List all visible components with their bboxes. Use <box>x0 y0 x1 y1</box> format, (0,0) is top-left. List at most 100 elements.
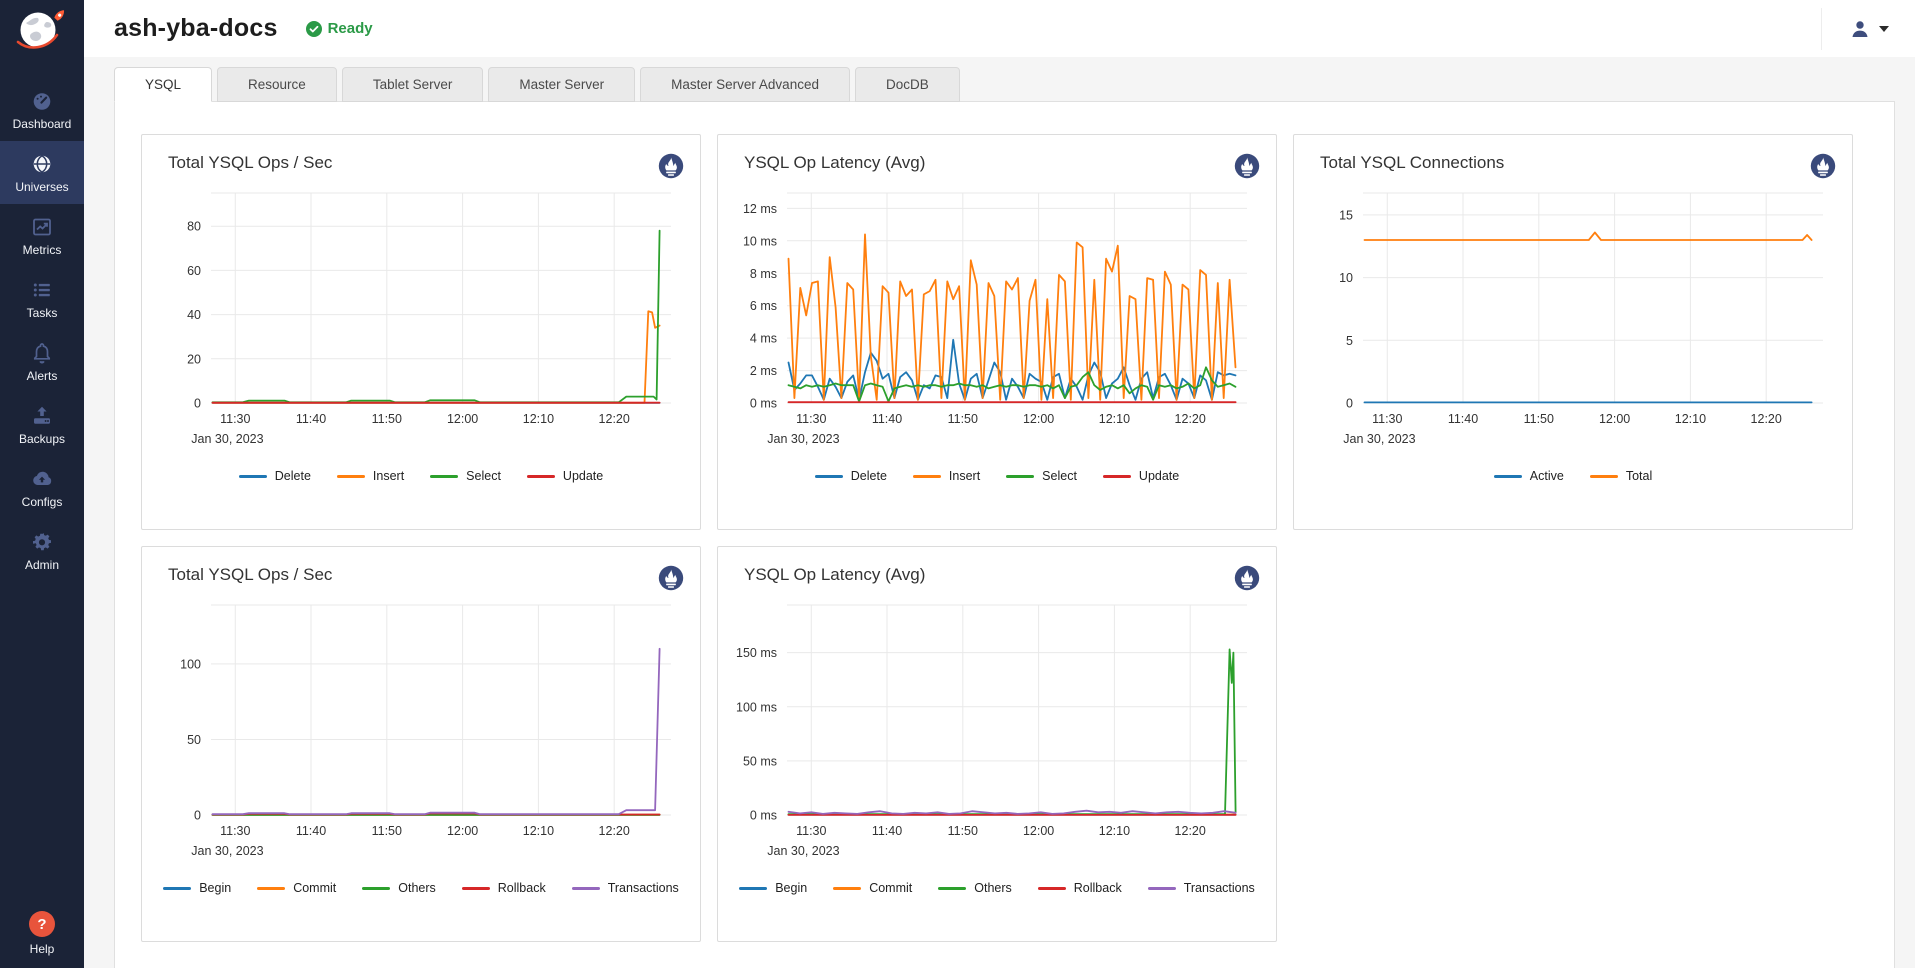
chart-card: YSQL Op Latency (Avg)0 ms50 ms100 ms150 … <box>717 546 1277 942</box>
legend-label: Delete <box>851 469 887 483</box>
svg-text:0: 0 <box>1346 397 1353 411</box>
chart-legend: DeleteInsertSelectUpdate <box>718 469 1276 483</box>
sidebar-item-label: Dashboard <box>13 117 72 131</box>
legend-item: Others <box>362 881 436 895</box>
legend-swatch <box>1590 475 1618 478</box>
sidebar-item-label: Configs <box>22 495 63 509</box>
svg-text:5: 5 <box>1346 334 1353 348</box>
svg-text:60: 60 <box>187 264 201 278</box>
svg-text:80: 80 <box>187 220 201 234</box>
tab-master-server-advanced[interactable]: Master Server Advanced <box>640 67 850 102</box>
sidebar-item-help[interactable]: ? Help <box>29 911 55 956</box>
tab-resource[interactable]: Resource <box>217 67 337 102</box>
chart-title: Total YSQL Connections <box>1320 153 1504 173</box>
legend-item: Update <box>527 469 603 483</box>
legend-item: Select <box>1006 469 1077 483</box>
help-icon: ? <box>29 911 55 937</box>
legend-swatch <box>239 475 267 478</box>
legend-item: Insert <box>337 469 404 483</box>
sidebar-item-label: Metrics <box>23 243 62 257</box>
legend-swatch <box>462 887 490 890</box>
legend-swatch <box>527 475 555 478</box>
tab-master-server[interactable]: Master Server <box>488 67 635 102</box>
charts-grid: Total YSQL Ops / Sec02040608011:3011:401… <box>115 102 1894 968</box>
yugabyte-logo-icon <box>11 7 73 53</box>
svg-text:0: 0 <box>194 397 201 411</box>
tab-label: Master Server <box>519 77 604 92</box>
svg-text:11:50: 11:50 <box>372 412 402 426</box>
sidebar-item-admin[interactable]: Admin <box>0 519 84 582</box>
chart-plot: 05010011:3011:4011:5012:0012:1012:20Jan … <box>157 593 687 863</box>
svg-text:Jan 30, 2023: Jan 30, 2023 <box>191 844 263 858</box>
svg-text:11:30: 11:30 <box>796 824 826 838</box>
main-content: YSQL ResourceTablet Server Master Server Ma… <box>84 57 1915 968</box>
legend-item: Active <box>1494 469 1564 483</box>
configs-icon <box>30 467 54 491</box>
legend-item: Transactions <box>572 881 679 895</box>
svg-text:12:10: 12:10 <box>523 412 554 426</box>
sidebar-item-configs[interactable]: Configs <box>0 456 84 519</box>
legend-item: Commit <box>833 881 912 895</box>
svg-text:10: 10 <box>1339 271 1353 285</box>
svg-text:6 ms: 6 ms <box>750 299 777 313</box>
svg-text:11:30: 11:30 <box>220 412 250 426</box>
prometheus-icon[interactable] <box>658 153 684 179</box>
svg-text:11:40: 11:40 <box>296 412 326 426</box>
legend-label: Transactions <box>1184 881 1255 895</box>
sidebar-item-tasks[interactable]: Tasks <box>0 267 84 330</box>
legend-item: Rollback <box>462 881 546 895</box>
svg-text:12:00: 12:00 <box>447 412 478 426</box>
svg-text:2 ms: 2 ms <box>750 364 777 378</box>
svg-text:12:10: 12:10 <box>1099 824 1130 838</box>
legend-swatch <box>1006 475 1034 478</box>
tab-docdb[interactable]: DocDB <box>855 67 960 102</box>
sidebar-nav: Dashboard Universes Metrics Tasks Alerts Back… <box>0 78 84 582</box>
legend-item: Transactions <box>1148 881 1255 895</box>
legend-label: Rollback <box>498 881 546 895</box>
legend-swatch <box>938 887 966 890</box>
legend-item: Total <box>1590 469 1652 483</box>
prometheus-icon[interactable] <box>658 565 684 591</box>
sidebar-item-backups[interactable]: Backups <box>0 393 84 456</box>
chart-title: YSQL Op Latency (Avg) <box>744 565 925 585</box>
tab-ysql[interactable]: YSQL <box>114 67 212 102</box>
tab-label: DocDB <box>886 77 929 92</box>
legend-item: Delete <box>239 469 311 483</box>
svg-text:0 ms: 0 ms <box>750 397 777 411</box>
prometheus-icon[interactable] <box>1234 565 1260 591</box>
svg-text:Jan 30, 2023: Jan 30, 2023 <box>767 844 839 858</box>
svg-text:100: 100 <box>180 657 201 671</box>
legend-label: Select <box>466 469 501 483</box>
legend-label: Others <box>398 881 436 895</box>
legend-swatch <box>362 887 390 890</box>
metrics-icon <box>30 215 54 239</box>
svg-text:20: 20 <box>187 352 201 366</box>
user-menu[interactable] <box>1821 8 1915 50</box>
svg-text:Jan 30, 2023: Jan 30, 2023 <box>767 432 839 446</box>
svg-text:50 ms: 50 ms <box>743 754 777 768</box>
sidebar-item-universes[interactable]: Universes <box>0 141 84 204</box>
sidebar-item-label: Tasks <box>27 306 58 320</box>
sidebar-item-label: Alerts <box>27 369 58 383</box>
prometheus-icon[interactable] <box>1234 153 1260 179</box>
legend-label: Begin <box>199 881 231 895</box>
tab-bar: YSQL ResourceTablet Server Master Server Ma… <box>114 67 1915 102</box>
legend-swatch <box>257 887 285 890</box>
yugabyte-logo[interactable] <box>11 7 73 58</box>
check-circle-icon <box>306 21 322 37</box>
sidebar-item-metrics[interactable]: Metrics <box>0 204 84 267</box>
chart-card-header: YSQL Op Latency (Avg) <box>718 135 1276 179</box>
chart-legend: Delete Insert Select Update <box>142 469 700 483</box>
tab-label: YSQL <box>145 77 181 92</box>
sidebar-item-alerts[interactable]: Alerts <box>0 330 84 393</box>
legend-item: Rollback <box>1038 881 1122 895</box>
legend-label: Rollback <box>1074 881 1122 895</box>
universe-title: ash-yba-docs <box>114 14 278 43</box>
tab-tablet-server[interactable]: Tablet Server <box>342 67 484 102</box>
help-label: Help <box>30 942 55 956</box>
prometheus-icon[interactable] <box>1810 153 1836 179</box>
status-label: Ready <box>328 20 373 37</box>
tab-label: Master Server Advanced <box>671 77 819 92</box>
user-icon <box>1848 17 1872 41</box>
sidebar-item-dashboard[interactable]: Dashboard <box>0 78 84 141</box>
